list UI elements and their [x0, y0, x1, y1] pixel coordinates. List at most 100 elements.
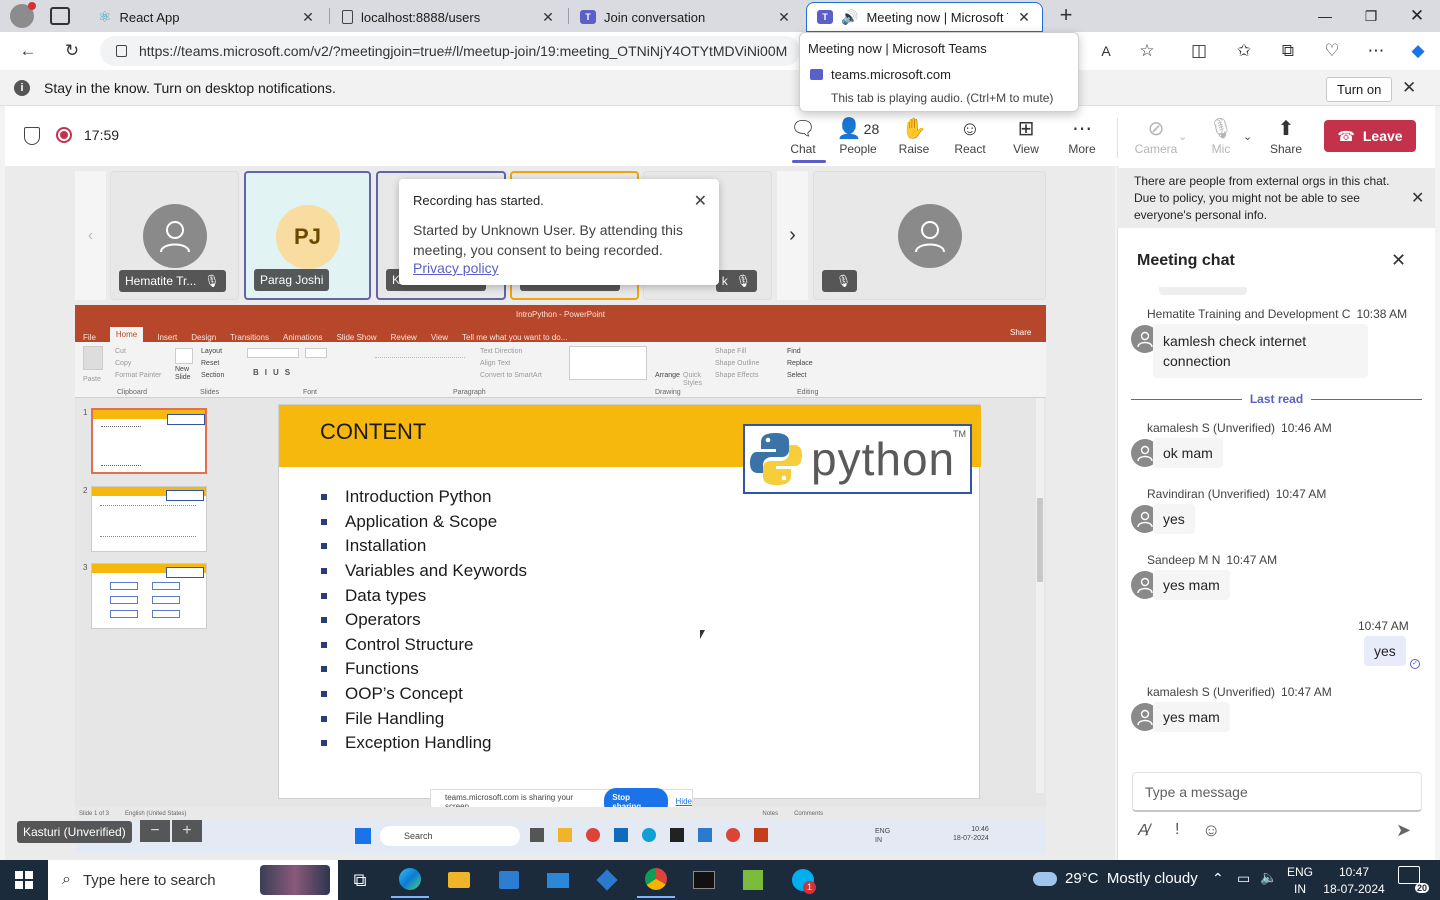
weather-widget[interactable]: 29°C Mostly cloudy	[1033, 870, 1198, 887]
lock-icon[interactable]	[116, 45, 127, 57]
edge-icon[interactable]	[391, 862, 429, 898]
react-button[interactable]: ☺ React	[943, 116, 997, 162]
chat-button[interactable]: 🗨 Chat	[776, 116, 830, 162]
ppt-section[interactable]: Section	[201, 370, 224, 382]
taskbar-clock[interactable]: 10:47 18-07-2024	[1322, 864, 1386, 898]
message-bubble[interactable]: ok mam	[1153, 438, 1223, 468]
ppt-tab-slideshow[interactable]: Slide Show	[337, 333, 377, 342]
ppt-copy[interactable]: Copy	[115, 358, 161, 370]
split-screen-icon[interactable]: ◫	[1187, 40, 1211, 62]
view-button[interactable]: ⊞ View	[999, 116, 1053, 162]
tab-join-conversation[interactable]: T Join conversation ✕	[570, 2, 802, 32]
volume-icon[interactable]: 🔈	[1260, 869, 1277, 886]
ppt-shape-fill[interactable]: Shape Fill	[715, 346, 759, 358]
participant-tile[interactable]: 🎙	[813, 171, 1046, 300]
close-tab-icon[interactable]: ✕	[1016, 9, 1032, 26]
tab-localhost[interactable]: localhost:8888/users ✕	[332, 2, 566, 32]
people-button[interactable]: 👤 28 People	[831, 116, 885, 162]
mic-options-chevron-icon[interactable]: ⌄	[1243, 130, 1252, 143]
ppt-reset[interactable]: Reset	[201, 358, 224, 370]
refresh-icon[interactable]: ↻	[60, 40, 84, 62]
message-bubble[interactable]: yes	[1153, 504, 1195, 534]
mic-button[interactable]: 🎙 Mic	[1194, 116, 1248, 162]
skype-icon[interactable]: 1	[784, 862, 822, 898]
privacy-policy-link[interactable]: Privacy policy	[413, 260, 705, 276]
tab-meeting-now[interactable]: T 🔊 Meeting now | Microsoft Te ✕	[806, 2, 1043, 32]
emoji-icon[interactable]: ☺	[1202, 820, 1220, 841]
more-button[interactable]: ⋯ More	[1055, 116, 1109, 162]
ppt-tab-design[interactable]: Design	[191, 333, 216, 342]
gallery-next-button[interactable]: ›	[777, 171, 808, 300]
show-hidden-icons-icon[interactable]: ⌃	[1212, 870, 1224, 887]
favorites-icon[interactable]: ✩	[1232, 40, 1256, 62]
ppt-tab-view[interactable]: View	[431, 333, 448, 342]
close-tab-icon[interactable]: ✕	[300, 9, 316, 26]
participant-tile[interactable]: Hematite Tr... 🎙	[110, 171, 239, 300]
hide-sharing-bar-link[interactable]: Hide	[676, 797, 692, 806]
participant-tile[interactable]: PJ Parag Joshi	[244, 171, 371, 300]
ppt-tab-insert[interactable]: Insert	[157, 333, 177, 342]
notification-center-icon[interactable]: 20	[1398, 866, 1429, 893]
speaker-icon[interactable]: 🔊	[841, 9, 858, 26]
read-aloud-icon[interactable]: A	[1094, 40, 1118, 62]
windows-start-icon[interactable]	[5, 862, 43, 898]
slide-thumbnail[interactable]	[91, 486, 207, 552]
ppt-tab-home[interactable]: Home	[109, 327, 144, 342]
message-bubble[interactable]: yes mam	[1153, 570, 1230, 600]
close-notification-icon[interactable]: ✕	[1402, 78, 1416, 98]
restore-button[interactable]: ❐	[1348, 0, 1394, 32]
ppt-arrange[interactable]: Arrange	[655, 372, 680, 379]
slide-thumbnail[interactable]	[91, 408, 207, 474]
notepad-plus-icon[interactable]	[734, 862, 772, 898]
ppt-new-slide[interactable]: New Slide	[175, 366, 197, 382]
network-icon[interactable]: ▭	[1237, 870, 1250, 887]
ppt-cut[interactable]: Cut	[115, 346, 161, 358]
slide-thumbnail[interactable]	[91, 563, 207, 629]
ppt-shape-outline[interactable]: Shape Outline	[715, 358, 759, 370]
ppt-convert-smartart[interactable]: Convert to SmartArt	[480, 370, 542, 382]
language-indicator[interactable]: ENG IN	[1287, 864, 1313, 898]
terminal-icon[interactable]	[685, 862, 723, 898]
mail-icon[interactable]	[539, 862, 577, 898]
close-tab-icon[interactable]: ✕	[540, 9, 556, 26]
favorite-star-icon[interactable]: ☆	[1135, 40, 1159, 62]
send-icon[interactable]: ➤	[1396, 820, 1411, 841]
ppt-text-direction[interactable]: Text Direction	[480, 346, 542, 358]
browser-essentials-icon[interactable]: ♡	[1320, 40, 1344, 62]
close-popup-icon[interactable]: ✕	[694, 191, 707, 211]
ppt-scrollbar[interactable]	[1036, 398, 1044, 793]
ppt-share-button[interactable]: Share	[1010, 328, 1031, 337]
ppt-comments-button[interactable]: Comments	[794, 811, 823, 817]
task-view-icon[interactable]: ⧉	[341, 862, 379, 898]
ppt-tell-me[interactable]: Tell me what you want to do...	[462, 333, 567, 342]
new-tab-button[interactable]: +	[1054, 4, 1078, 28]
ppt-select[interactable]: Select	[787, 370, 813, 382]
minimize-button[interactable]: —	[1302, 0, 1348, 32]
gallery-prev-button[interactable]: ‹	[75, 171, 106, 300]
ppt-tab-file[interactable]: File	[83, 333, 96, 342]
more-menu-icon[interactable]: ⋯	[1364, 40, 1388, 62]
tab-actions-icon[interactable]	[50, 7, 70, 25]
message-compose-input[interactable]: Type a message	[1132, 772, 1422, 812]
copilot-icon[interactable]: ◆	[1406, 40, 1430, 62]
tab-react-app[interactable]: ⚛ React App ✕	[88, 2, 326, 32]
ppt-tab-animations[interactable]: Animations	[283, 333, 323, 342]
current-slide[interactable]: CONTENT python TM Introduction Python Ap…	[278, 404, 981, 799]
format-icon[interactable]: A̸	[1138, 822, 1149, 840]
expand-self-view-button[interactable]: +	[172, 820, 202, 842]
close-tab-icon[interactable]: ✕	[776, 9, 792, 26]
ppt-shape-effects[interactable]: Shape Effects	[715, 370, 759, 382]
back-icon[interactable]: ←	[16, 40, 40, 62]
share-button[interactable]: ⬆ Share	[1259, 116, 1313, 162]
minimize-self-view-button[interactable]: −	[140, 820, 170, 842]
camera-options-chevron-icon[interactable]: ⌄	[1178, 130, 1187, 143]
camera-button[interactable]: ⊘ Camera	[1129, 116, 1183, 162]
store-icon[interactable]	[490, 862, 528, 898]
profile-avatar[interactable]	[10, 2, 36, 28]
collections-icon[interactable]: ⧉	[1276, 40, 1300, 62]
ppt-align-text[interactable]: Align Text	[480, 358, 542, 370]
leave-button[interactable]: ☎ Leave	[1324, 120, 1416, 152]
turn-on-notifications-button[interactable]: Turn on	[1326, 77, 1393, 102]
close-banner-icon[interactable]: ✕	[1411, 188, 1424, 208]
message-bubble[interactable]: kamlesh check internet connection	[1153, 324, 1368, 378]
